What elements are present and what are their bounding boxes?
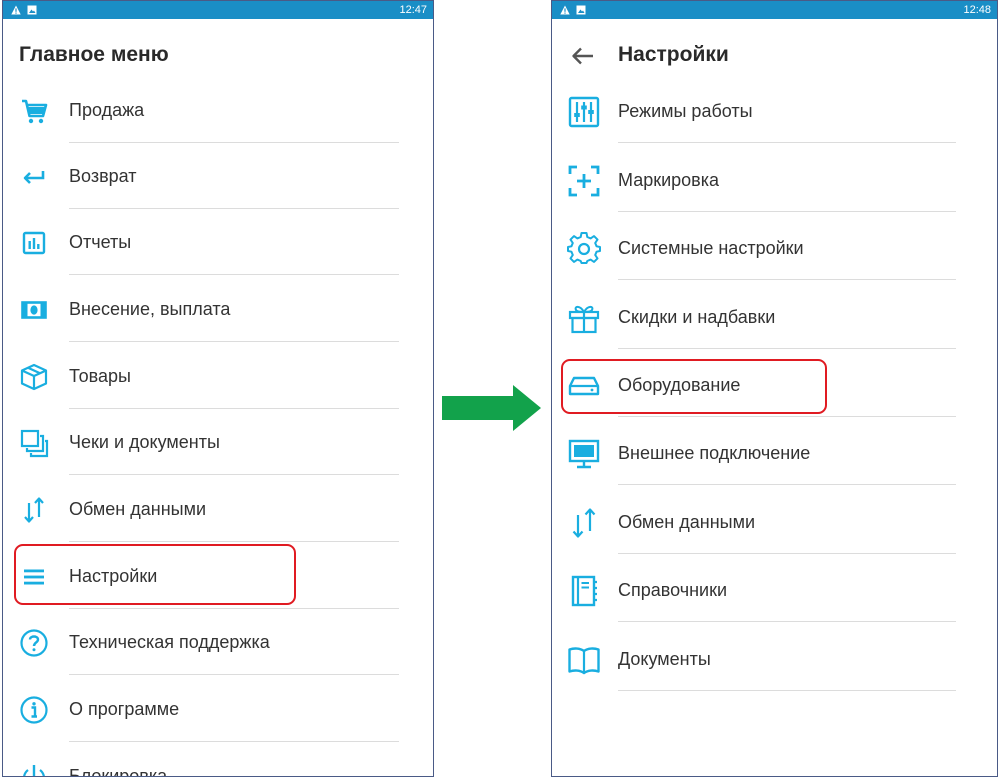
monitor-icon bbox=[567, 437, 601, 471]
menu-item-label: Техническая поддержка bbox=[69, 632, 270, 652]
settings-screen: 12:48 Настройки Режимы работы Маркировка… bbox=[551, 0, 998, 777]
menu-item-label: Блокировка bbox=[69, 766, 168, 777]
divider bbox=[69, 274, 399, 275]
transition-arrow-icon bbox=[442, 385, 541, 431]
documents-stack-icon bbox=[19, 428, 49, 458]
menu-item-sale[interactable]: Продажа bbox=[3, 77, 433, 143]
divider bbox=[618, 348, 956, 349]
menu-item-data-exchange[interactable]: Обмен данными bbox=[552, 488, 997, 554]
divider bbox=[618, 279, 956, 280]
power-icon bbox=[19, 762, 49, 776]
notebook-icon bbox=[567, 574, 601, 608]
menu-item-label: О программе bbox=[69, 699, 180, 719]
divider bbox=[69, 541, 399, 542]
menu-item-tech-support[interactable]: Техническая поддержка bbox=[3, 609, 433, 675]
divider bbox=[618, 211, 956, 212]
menu-item-label: Маркировка bbox=[618, 170, 720, 190]
status-bar: 12:47 bbox=[3, 1, 433, 19]
menu-item-lock[interactable]: Блокировка bbox=[3, 743, 433, 777]
menu-item-label: Режимы работы bbox=[618, 101, 753, 121]
divider bbox=[618, 621, 956, 622]
menu-item-system-settings[interactable]: Системные настройки bbox=[552, 214, 997, 280]
menu-item-documents[interactable]: Документы bbox=[552, 625, 997, 691]
image-notification-icon bbox=[576, 5, 586, 15]
status-time: 12:47 bbox=[399, 4, 427, 16]
menu-item-label: Отчеты bbox=[69, 232, 132, 252]
sliders-icon bbox=[567, 95, 601, 129]
menu-item-label: Обмен данными bbox=[69, 499, 207, 519]
scan-frame-icon bbox=[567, 164, 601, 198]
menu-item-about[interactable]: О программе bbox=[3, 676, 433, 742]
gift-icon bbox=[567, 301, 601, 335]
back-button[interactable] bbox=[568, 41, 598, 71]
back-arrow-icon bbox=[572, 47, 593, 65]
menu-item-work-modes[interactable]: Режимы работы bbox=[552, 77, 997, 143]
highlight-frame bbox=[14, 544, 296, 605]
menu-item-cash-in-out[interactable]: Внесение, выплата bbox=[3, 276, 433, 342]
divider bbox=[69, 474, 399, 475]
exchange-arrows-icon bbox=[567, 506, 601, 540]
page-title: Главное меню bbox=[19, 43, 169, 66]
return-arrow-icon bbox=[19, 162, 49, 192]
divider bbox=[618, 416, 956, 417]
menu-item-marking[interactable]: Маркировка bbox=[552, 146, 997, 212]
image-notification-icon bbox=[27, 5, 37, 15]
divider bbox=[69, 341, 399, 342]
divider bbox=[618, 690, 956, 691]
menu-item-return[interactable]: Возврат bbox=[3, 143, 433, 209]
exchange-arrows-icon bbox=[19, 495, 49, 525]
menu-item-goods[interactable]: Товары bbox=[3, 343, 433, 409]
status-bar: 12:48 bbox=[552, 1, 997, 19]
warning-icon bbox=[560, 5, 570, 15]
report-chart-icon bbox=[19, 228, 49, 258]
main-menu-screen: 12:47 Главное меню Продажа Возврат Отчет… bbox=[2, 0, 434, 777]
status-time: 12:48 bbox=[963, 4, 991, 16]
warning-icon bbox=[11, 5, 21, 15]
gear-icon bbox=[567, 232, 601, 266]
menu-item-label: Скидки и надбавки bbox=[618, 307, 776, 327]
menu-item-label: Внешнее подключение bbox=[618, 443, 811, 463]
divider bbox=[618, 553, 956, 554]
menu-item-label: Чеки и документы bbox=[69, 432, 220, 452]
menu-item-reports[interactable]: Отчеты bbox=[3, 209, 433, 275]
menu-item-label: Обмен данными bbox=[618, 512, 756, 532]
cash-banknote-icon bbox=[19, 295, 49, 325]
menu-item-discounts[interactable]: Скидки и надбавки bbox=[552, 283, 997, 349]
menu-item-reference-books[interactable]: Справочники bbox=[552, 556, 997, 622]
cart-icon bbox=[19, 96, 49, 126]
menu-item-label: Внесение, выплата bbox=[69, 299, 231, 319]
open-book-icon bbox=[567, 643, 601, 677]
menu-item-label: Товары bbox=[69, 366, 131, 386]
menu-item-label: Продажа bbox=[69, 100, 145, 120]
menu-item-receipts-documents[interactable]: Чеки и документы bbox=[3, 409, 433, 475]
page-title: Настройки bbox=[618, 43, 729, 66]
menu-item-label: Справочники bbox=[618, 580, 728, 600]
divider bbox=[69, 741, 399, 742]
menu-item-label: Документы bbox=[618, 649, 711, 669]
info-circle-icon bbox=[19, 695, 49, 725]
highlight-frame bbox=[561, 359, 827, 414]
divider bbox=[618, 142, 956, 143]
menu-item-data-exchange[interactable]: Обмен данными bbox=[3, 476, 433, 542]
divider bbox=[618, 484, 956, 485]
menu-item-external-connection[interactable]: Внешнее подключение bbox=[552, 419, 997, 485]
question-circle-icon bbox=[19, 628, 49, 658]
box-icon bbox=[19, 362, 49, 392]
menu-item-label: Системные настройки bbox=[618, 238, 804, 258]
divider bbox=[69, 674, 399, 675]
menu-item-label: Возврат bbox=[69, 166, 137, 186]
